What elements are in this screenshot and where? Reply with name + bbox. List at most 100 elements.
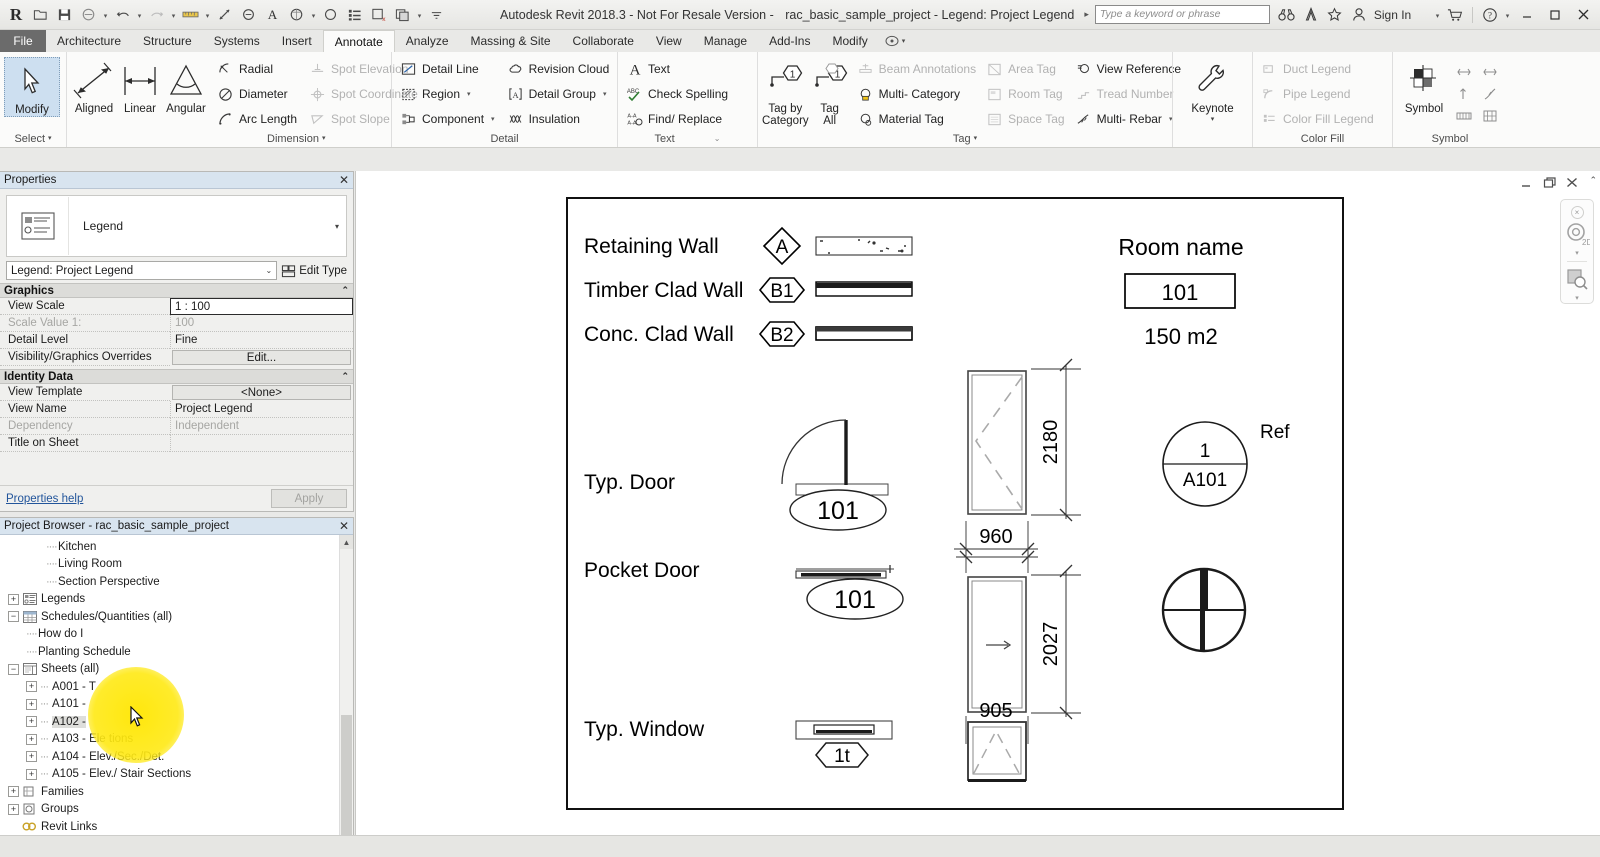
edit-type-button[interactable]: Edit Type [281, 264, 347, 278]
aligned-dimension-button[interactable]: Aligned [71, 57, 117, 115]
expand-families-icon[interactable]: + [8, 786, 19, 798]
collapse-schedules-icon[interactable]: − [8, 611, 19, 623]
open-icon[interactable] [29, 3, 52, 27]
properties-help-link[interactable]: Properties help [6, 493, 83, 505]
panel-dimension-caret[interactable]: ▾ [322, 131, 326, 147]
navigation-bar[interactable]: × 2D ▾ ▾ [1560, 199, 1594, 304]
expand-a105-icon[interactable]: + [26, 768, 37, 780]
expand-a101-icon[interactable]: + [26, 698, 37, 710]
collapse-identity-icon[interactable]: ⌃ [341, 371, 349, 382]
help-icon[interactable]: ? [1479, 4, 1501, 26]
properties-group-identity-data[interactable]: Identity Data ⌃ [0, 369, 353, 384]
tab-view[interactable]: View [645, 30, 693, 52]
tree-item-sheet-a104[interactable]: + ··· A104 - Elev./Sec./Det. [0, 748, 339, 766]
view-scale-value[interactable]: 1 : 100 [170, 298, 353, 315]
help-left-caret[interactable]: ▾ [1433, 3, 1442, 27]
legend-sheet[interactable]: Retaining Wall Timber Clad Wall Conc. Cl… [566, 197, 1344, 810]
tree-item-how-do-i[interactable]: ···· How do I [0, 626, 339, 644]
panel-dimension-title[interactable]: Dimension ▾ [71, 131, 387, 147]
collapse-graphics-icon[interactable]: ⌃ [341, 285, 349, 296]
close-window-button[interactable] [1570, 2, 1596, 28]
tree-item-revit-links[interactable]: Revit Links [0, 818, 339, 836]
canvas-scroll-up-icon[interactable]: ⌃ [1589, 175, 1597, 186]
undo-icon[interactable] [111, 3, 134, 27]
tree-item-groups[interactable]: + Groups [0, 801, 339, 819]
multi-category-tag-button[interactable]: Multi- Category [853, 82, 980, 106]
tree-item-families[interactable]: + Families [0, 783, 339, 801]
expand-legends-icon[interactable]: + [8, 593, 19, 605]
help-caret[interactable]: ▾ [1503, 3, 1512, 27]
customize-qat-icon[interactable] [425, 3, 448, 27]
tag-icon[interactable] [237, 3, 260, 27]
binoculars-icon[interactable] [1276, 4, 1298, 26]
tag-by-category-button[interactable]: 1 Tag by Category [762, 57, 809, 127]
modify-button[interactable]: Modify [4, 57, 60, 117]
save-as-caret[interactable]: ▾ [101, 3, 110, 27]
save-as-icon[interactable] [77, 3, 100, 27]
tree-item-sheet-a105[interactable]: + ··· A105 - Elev./ Stair Sections [0, 766, 339, 784]
expand-a102-icon[interactable]: + [26, 716, 37, 728]
tree-item-sheets-all[interactable]: − Sheets (all) [0, 661, 339, 679]
properties-group-graphics[interactable]: Graphics ⌃ [0, 283, 353, 298]
search-input[interactable]: Type a keyword or phrase [1094, 5, 1270, 24]
expand-groups-icon[interactable]: + [8, 803, 19, 815]
zoom-region-icon[interactable] [1564, 266, 1590, 292]
maximize-window-button[interactable] [1542, 2, 1568, 28]
tree-item-living-room[interactable]: ···· Living Room [0, 556, 339, 574]
tab-systems[interactable]: Systems [203, 30, 271, 52]
close-view-icon[interactable] [1566, 177, 1578, 191]
property-row-view-name[interactable]: View Name Project Legend [0, 401, 353, 418]
view-reference-button[interactable]: View Reference [1071, 57, 1186, 81]
tab-modify[interactable]: Modify [821, 30, 878, 52]
tab-architecture[interactable]: Architecture [46, 30, 132, 52]
close-hidden-windows-icon[interactable]: x [367, 3, 390, 27]
measure-caret[interactable]: ▾ [203, 3, 212, 27]
text-icon[interactable]: A [261, 3, 284, 27]
close-project-browser-icon[interactable]: ✕ [339, 520, 349, 532]
tree-item-section-perspective[interactable]: ···· Section Perspective [0, 573, 339, 591]
radial-dimension-button[interactable]: Radial [213, 57, 301, 81]
angular-dimension-button[interactable]: Angular [163, 57, 209, 115]
detail-group-caret[interactable]: ▾ [603, 90, 607, 98]
linear-dimension-button[interactable]: Linear [117, 57, 163, 115]
section-icon[interactable] [319, 3, 342, 27]
tab-massing-and-site[interactable]: Massing & Site [460, 30, 562, 52]
collapse-sheets-icon[interactable]: − [8, 663, 19, 675]
tab-file[interactable]: File [0, 30, 46, 52]
diameter-dimension-button[interactable]: Diameter [213, 82, 301, 106]
view-window-controls[interactable] [1520, 177, 1578, 191]
navbar-close-icon[interactable]: × [1570, 206, 1584, 219]
title-overflow-arrow[interactable]: ▸ [1084, 9, 1089, 20]
tree-item-sheet-a001[interactable]: + ··· A001 - T [0, 678, 339, 696]
tree-item-sheet-a102[interactable]: + ··· A102 - [0, 713, 339, 731]
scroll-up-icon[interactable]: ▲ [340, 535, 353, 549]
symbol-button[interactable]: Symbol [1397, 57, 1451, 115]
component-button[interactable]: Component ▾ [396, 107, 499, 131]
property-row-view-scale[interactable]: View Scale 1 : 100 [0, 298, 353, 315]
drawing-canvas[interactable]: ⌃ × 2D ▾ ▾ Retaining Wall Timber Clad Wa… [355, 171, 1600, 857]
fabric-sheet-icon[interactable] [1477, 105, 1503, 127]
stair-path-icon[interactable] [1451, 83, 1477, 105]
switch-windows-icon[interactable] [391, 3, 414, 27]
tab-insert[interactable]: Insert [271, 30, 323, 52]
component-caret[interactable]: ▾ [491, 115, 495, 123]
arc-length-button[interactable]: Arc Length [213, 107, 301, 131]
tree-item-legends[interactable]: + Legends [0, 591, 339, 609]
ribbon-tab-strip[interactable]: File Architecture Structure Systems Inse… [0, 30, 1600, 52]
scrollbar-thumb[interactable] [341, 715, 352, 835]
zoom-region-caret[interactable]: ▾ [1575, 294, 1579, 302]
detail-line-button[interactable]: Detail Line [396, 57, 499, 81]
account-icon[interactable] [1348, 4, 1370, 26]
detail-level-value[interactable]: Fine [170, 332, 353, 349]
detail-group-button[interactable]: A Detail Group ▾ [503, 82, 614, 106]
tab-manage[interactable]: Manage [693, 30, 758, 52]
tree-item-sheet-a103[interactable]: + ··· A103 - Ele tions [0, 731, 339, 749]
view-name-value[interactable]: Project Legend [170, 401, 353, 418]
minimize-window-button[interactable] [1514, 2, 1540, 28]
chevron-down-icon[interactable]: ⌄ [266, 266, 273, 275]
undo-caret[interactable]: ▾ [135, 3, 144, 27]
revision-cloud-button[interactable]: Revision Cloud [503, 57, 614, 81]
steering-wheel-2d-icon[interactable]: 2D [1564, 221, 1590, 247]
a360-icon[interactable] [1300, 4, 1322, 26]
tag-all-button[interactable]: 1 Tag All [809, 57, 851, 127]
